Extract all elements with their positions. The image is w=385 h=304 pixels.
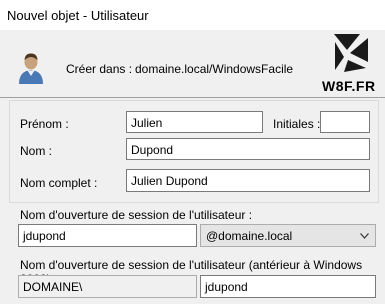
last-name-label: Nom : [20,144,53,158]
window-titlebar: Nouvel objet - Utilisateur [0,0,385,30]
first-name-field[interactable]: Julien [126,111,263,133]
upn-suffix-dropdown[interactable]: @domaine.local [200,224,376,247]
logon-name-field[interactable]: jdupond [18,224,197,247]
initials-field[interactable] [320,111,370,133]
create-in-label: Créer dans : [66,62,133,76]
logon-name-label: Nom d'ouverture de session de l'utilisat… [20,208,253,222]
first-name-label: Prénom : [20,117,69,131]
last-name-field[interactable]: Dupond [126,138,370,160]
chevron-down-icon [360,233,369,239]
window-title: Nouvel objet - Utilisateur [7,8,149,23]
user-icon [19,53,43,84]
full-name-field[interactable]: Julien Dupond [126,169,370,192]
full-name-label: Nom complet : [20,176,98,190]
create-in-path: domaine.local/WindowsFacile [135,62,294,76]
w8f-logo-icon [334,34,368,72]
pre2000-logon-name-field[interactable]: jdupond [200,275,376,298]
pre2000-domain-field: DOMAINE\ [18,275,197,298]
logo-text: W8F.FR [322,78,376,94]
upn-suffix-value: @domaine.local [206,229,293,243]
initials-label: Initiales : [273,117,321,131]
